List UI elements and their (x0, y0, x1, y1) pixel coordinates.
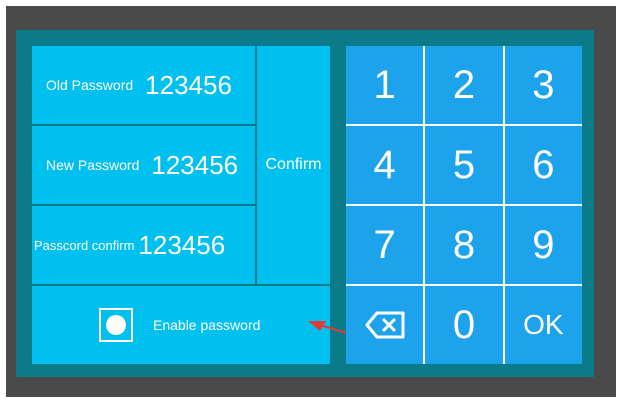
new-password-value: 123456 (151, 149, 239, 180)
key-8[interactable]: 8 (425, 206, 503, 284)
key-5[interactable]: 5 (425, 126, 503, 204)
old-password-value: 123456 (145, 69, 232, 100)
key-6[interactable]: 6 (504, 126, 582, 204)
key-7[interactable]: 7 (346, 206, 424, 284)
password-panel: Old Password 123456 New Password 123456 … (16, 30, 594, 377)
key-9[interactable]: 9 (504, 206, 582, 284)
password-form: Old Password 123456 New Password 123456 … (32, 46, 346, 364)
key-0[interactable]: 0 (425, 286, 503, 364)
confirm-password-label: Passcord confirm (34, 237, 135, 253)
ok-key[interactable]: OK (504, 286, 582, 364)
backspace-icon (365, 311, 405, 339)
numeric-keypad: 1 2 3 4 5 6 7 8 9 0 OK (346, 46, 582, 364)
confirm-password-field[interactable]: Passcord confirm 123456 (32, 206, 255, 284)
confirm-button[interactable]: Confirm (257, 46, 330, 284)
old-password-label: Old Password (46, 77, 134, 93)
new-password-field[interactable]: New Password 123456 (32, 126, 255, 204)
checkbox-dot (106, 315, 126, 335)
confirm-password-value: 123456 (138, 229, 226, 260)
key-1[interactable]: 1 (346, 46, 424, 124)
key-3[interactable]: 3 (504, 46, 582, 124)
enable-password-label: Enable password (153, 317, 261, 333)
key-2[interactable]: 2 (425, 46, 503, 124)
backspace-key[interactable] (346, 286, 424, 364)
enable-password-checkbox[interactable] (99, 308, 133, 342)
enable-password-toggle[interactable]: Enable password (32, 286, 330, 364)
new-password-label: New Password (46, 157, 140, 173)
old-password-field[interactable]: Old Password 123456 (32, 46, 255, 124)
key-4[interactable]: 4 (346, 126, 424, 204)
